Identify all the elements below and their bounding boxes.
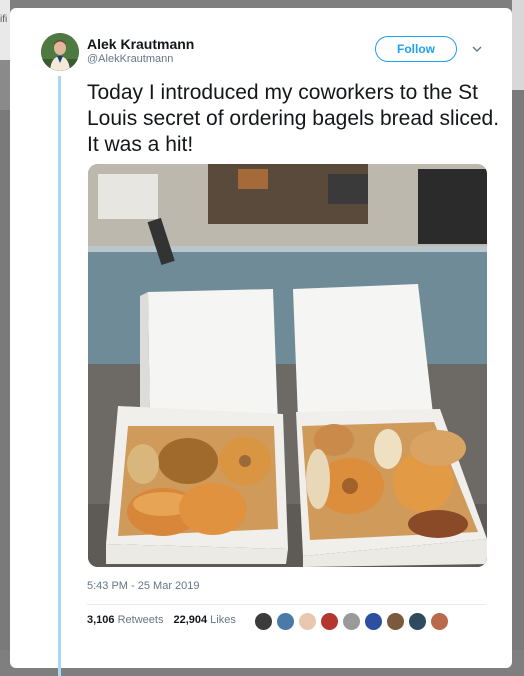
thread-line	[58, 76, 61, 676]
background-text-fragment: ifi	[0, 14, 8, 25]
avatar[interactable]	[41, 33, 79, 71]
bagel-boxes-image	[88, 164, 487, 567]
retweets-label: Retweets	[117, 614, 164, 626]
tweet-photo[interactable]	[88, 164, 487, 567]
tweet-text: Today I introduced my coworkers to the S…	[87, 81, 500, 156]
likes-label: Likes	[210, 614, 236, 626]
chevron-down-icon[interactable]	[472, 44, 482, 54]
background-right-strip	[512, 0, 524, 650]
tweet-timestamp[interactable]: 5:43 PM - 25 Mar 2019	[87, 580, 200, 592]
liker-avatar[interactable]	[386, 612, 405, 631]
likes-stat[interactable]: 22,904 Likes	[173, 614, 235, 626]
avatar-image	[41, 33, 79, 71]
liker-avatar[interactable]	[430, 612, 449, 631]
liker-avatar[interactable]	[320, 612, 339, 631]
liker-avatar[interactable]	[254, 612, 273, 631]
divider	[87, 604, 486, 605]
tweet-card: Alek Krautmann @AlekKrautmann Follow Tod…	[10, 8, 512, 676]
likes-count: 22,904	[173, 614, 208, 626]
tweet-stats: 3,106 Retweets 22,904 Likes	[87, 614, 236, 626]
background-left-strip: ifi	[0, 0, 10, 650]
liker-avatar[interactable]	[342, 612, 361, 631]
author-name[interactable]: Alek Krautmann	[87, 36, 194, 52]
liker-avatar[interactable]	[408, 612, 427, 631]
retweets-stat[interactable]: 3,106 Retweets	[87, 614, 163, 626]
author-handle[interactable]: @AlekKrautmann	[87, 53, 173, 65]
liker-avatar[interactable]	[298, 612, 317, 631]
liker-avatar[interactable]	[276, 612, 295, 631]
liker-avatars	[254, 612, 449, 631]
liker-avatar[interactable]	[364, 612, 383, 631]
follow-button[interactable]: Follow	[375, 36, 457, 62]
retweets-count: 3,106	[87, 614, 115, 626]
